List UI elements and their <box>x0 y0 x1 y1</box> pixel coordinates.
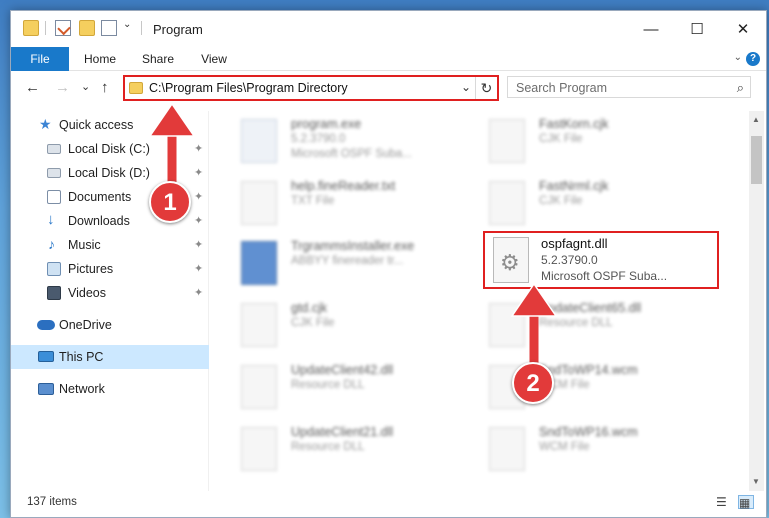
annotation-overlay <box>148 102 558 377</box>
step-badge-2: 2 <box>512 362 554 404</box>
step-badge-1: 1 <box>149 181 191 223</box>
arrow-2 <box>510 282 558 377</box>
